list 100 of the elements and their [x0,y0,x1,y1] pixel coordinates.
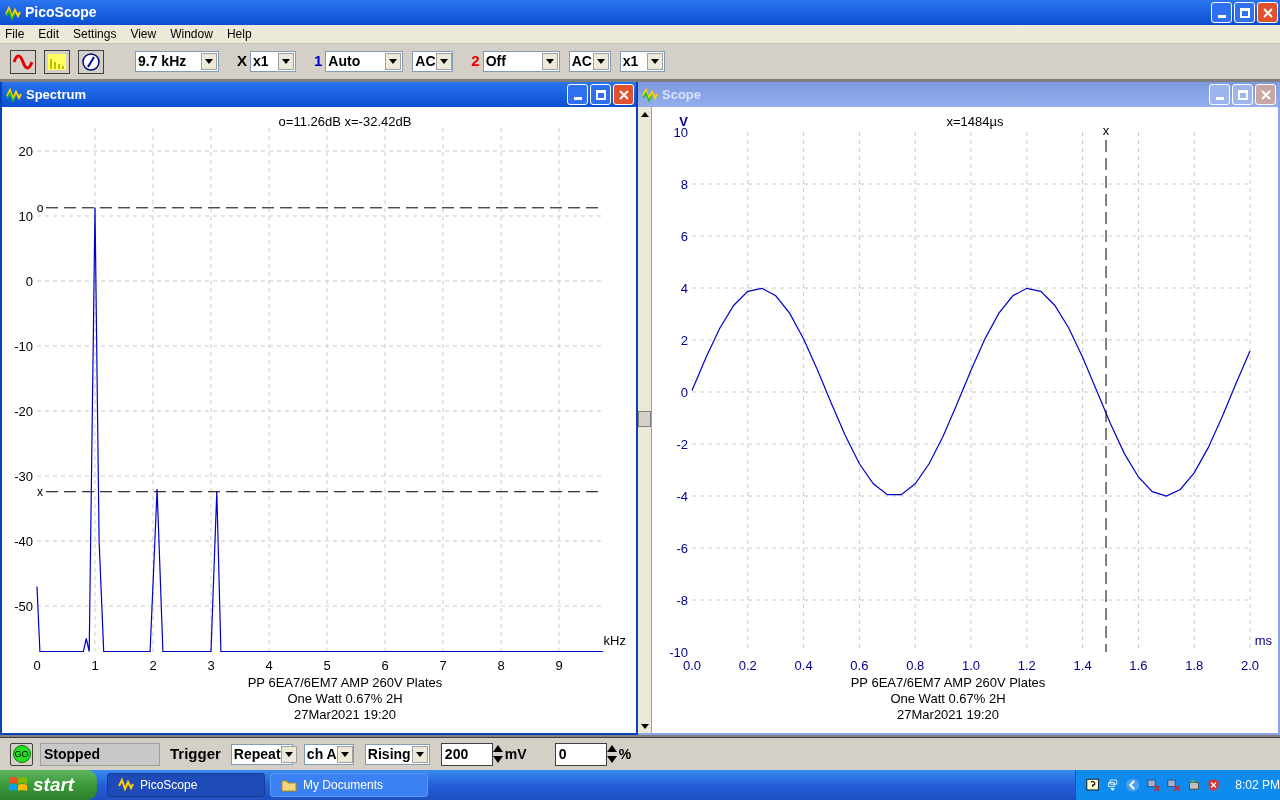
start-button[interactable]: start [0,770,97,800]
cursor-marker: x [37,484,43,499]
tick-label: 2 [149,657,157,673]
taskbar-button[interactable]: My Documents [270,773,428,797]
unit-label: % [618,744,632,764]
tick-label: 8 [497,657,505,673]
tick-label: 6 [680,229,688,244]
waveform-app-icon [5,4,21,21]
tick-label: -30 [14,469,33,484]
trigger-label: Trigger [170,743,221,764]
tick-label: 0 [680,385,688,400]
status-field: Stopped [40,742,160,766]
scroll-thumb[interactable] [638,411,651,427]
dropdown[interactable]: Rising [364,743,430,765]
maximize-icon [1237,89,1248,100]
tick-label: 0.4 [794,658,813,673]
maximize-button[interactable] [590,84,611,105]
tick-label: 5 [323,657,331,673]
taskbar-button[interactable]: PicoScope [107,773,265,797]
chart-caption: 27Mar2021 19:20 [294,707,396,723]
scrollbar[interactable] [638,107,652,733]
dropdown[interactable]: ch A [303,743,354,765]
cursor-readout: o=11.26dB x=-32.42dB [278,113,412,131]
minimize-icon [1217,15,1226,18]
dropdown[interactable]: x1 [619,51,665,72]
dropdown-arrow-icon [284,751,293,757]
unit-label: mV [504,744,527,764]
scroll-down-icon[interactable] [640,723,649,729]
tick-label: 1 [91,657,99,673]
shield-icon[interactable] [1207,777,1221,793]
tick-label: 4 [680,281,688,296]
dropdown[interactable]: AC [412,51,454,72]
cursor-marker: o [36,200,44,215]
minimize-button[interactable] [567,84,588,105]
scroll-up-icon[interactable] [640,111,649,117]
tick-label: 4 [265,657,273,673]
dropdown[interactable]: Off [482,51,560,72]
toolbar-button[interactable] [78,49,104,74]
close-button[interactable] [613,84,634,105]
maximize-icon [595,89,606,100]
chart-caption: PP 6EA7/6EM7 AMP 260V Plates [247,675,443,691]
tick-label: -4 [676,489,688,504]
minimize-button[interactable] [1211,2,1232,23]
network-icon[interactable] [1146,777,1160,793]
menu-item[interactable]: File [5,25,25,43]
dropdown[interactable]: AC [568,51,611,72]
tick-label: -50 [14,599,33,614]
waveform-app-icon [642,86,658,103]
minimize-icon [1215,97,1224,100]
flag-icon [8,776,28,794]
tick-label: 1.0 [961,658,981,673]
go-button[interactable]: GO [10,742,33,766]
maximize-icon [1239,7,1250,18]
channel-label: 1 [314,51,323,72]
dropdown[interactable]: Auto [325,51,404,72]
menu-item[interactable]: Edit [38,25,60,43]
toolbar-button[interactable] [10,49,36,74]
dropdown-arrow-icon [439,59,448,64]
tick-label: 2 [680,333,688,348]
tick-label: 0.0 [682,658,702,673]
dropdown-arrow-icon [340,751,349,757]
window-icon[interactable] [1106,777,1120,793]
menu-item[interactable]: Settings [73,25,117,43]
tick-label: 6 [381,657,389,673]
tick-label: -20 [14,404,33,419]
dropdown-arrow-icon [415,751,424,757]
help-icon[interactable] [1086,777,1100,793]
tick-label: 9 [555,657,563,673]
dropdown[interactable]: 9.7 kHz [135,51,219,72]
channel-label: 2 [471,51,480,72]
panel-title: Spectrum [26,85,86,104]
tick-label: 7 [439,657,447,673]
menu-item[interactable]: Window [170,25,213,43]
close-icon [618,89,629,100]
spin-arrows-icon[interactable] [492,744,503,764]
tick-label: 1.4 [1073,658,1092,673]
tick-label: -8 [676,593,688,608]
axis-label: ms [1254,633,1272,648]
tick-label: 0.6 [850,658,869,673]
tick-label: 2.0 [1240,658,1260,673]
dropdown-arrow-icon [596,59,605,64]
tick-label: 0 [33,657,41,673]
device-icon[interactable] [1186,777,1201,793]
close-button[interactable] [1257,2,1278,23]
toolbar-button[interactable] [44,49,70,74]
close-icon [1260,89,1271,100]
wireless-network-icon[interactable] [1166,777,1180,793]
dropdown-arrow-icon [545,59,554,64]
menu-item[interactable]: View [130,25,157,43]
chevron-icon[interactable] [1126,777,1140,793]
maximize-button[interactable] [1234,2,1255,23]
window-title: PicoScope [25,3,97,22]
tick-label: 0 [25,274,33,289]
cursor-readout: x=1484µs [946,113,1004,131]
dropdown-arrow-icon [205,59,213,64]
tick-label: 1.2 [1017,658,1036,673]
dropdown[interactable]: x1 [250,51,296,72]
bar-chart-icon [47,52,67,71]
spin-arrows-icon[interactable] [606,744,617,764]
menu-item[interactable]: Help [226,25,252,43]
